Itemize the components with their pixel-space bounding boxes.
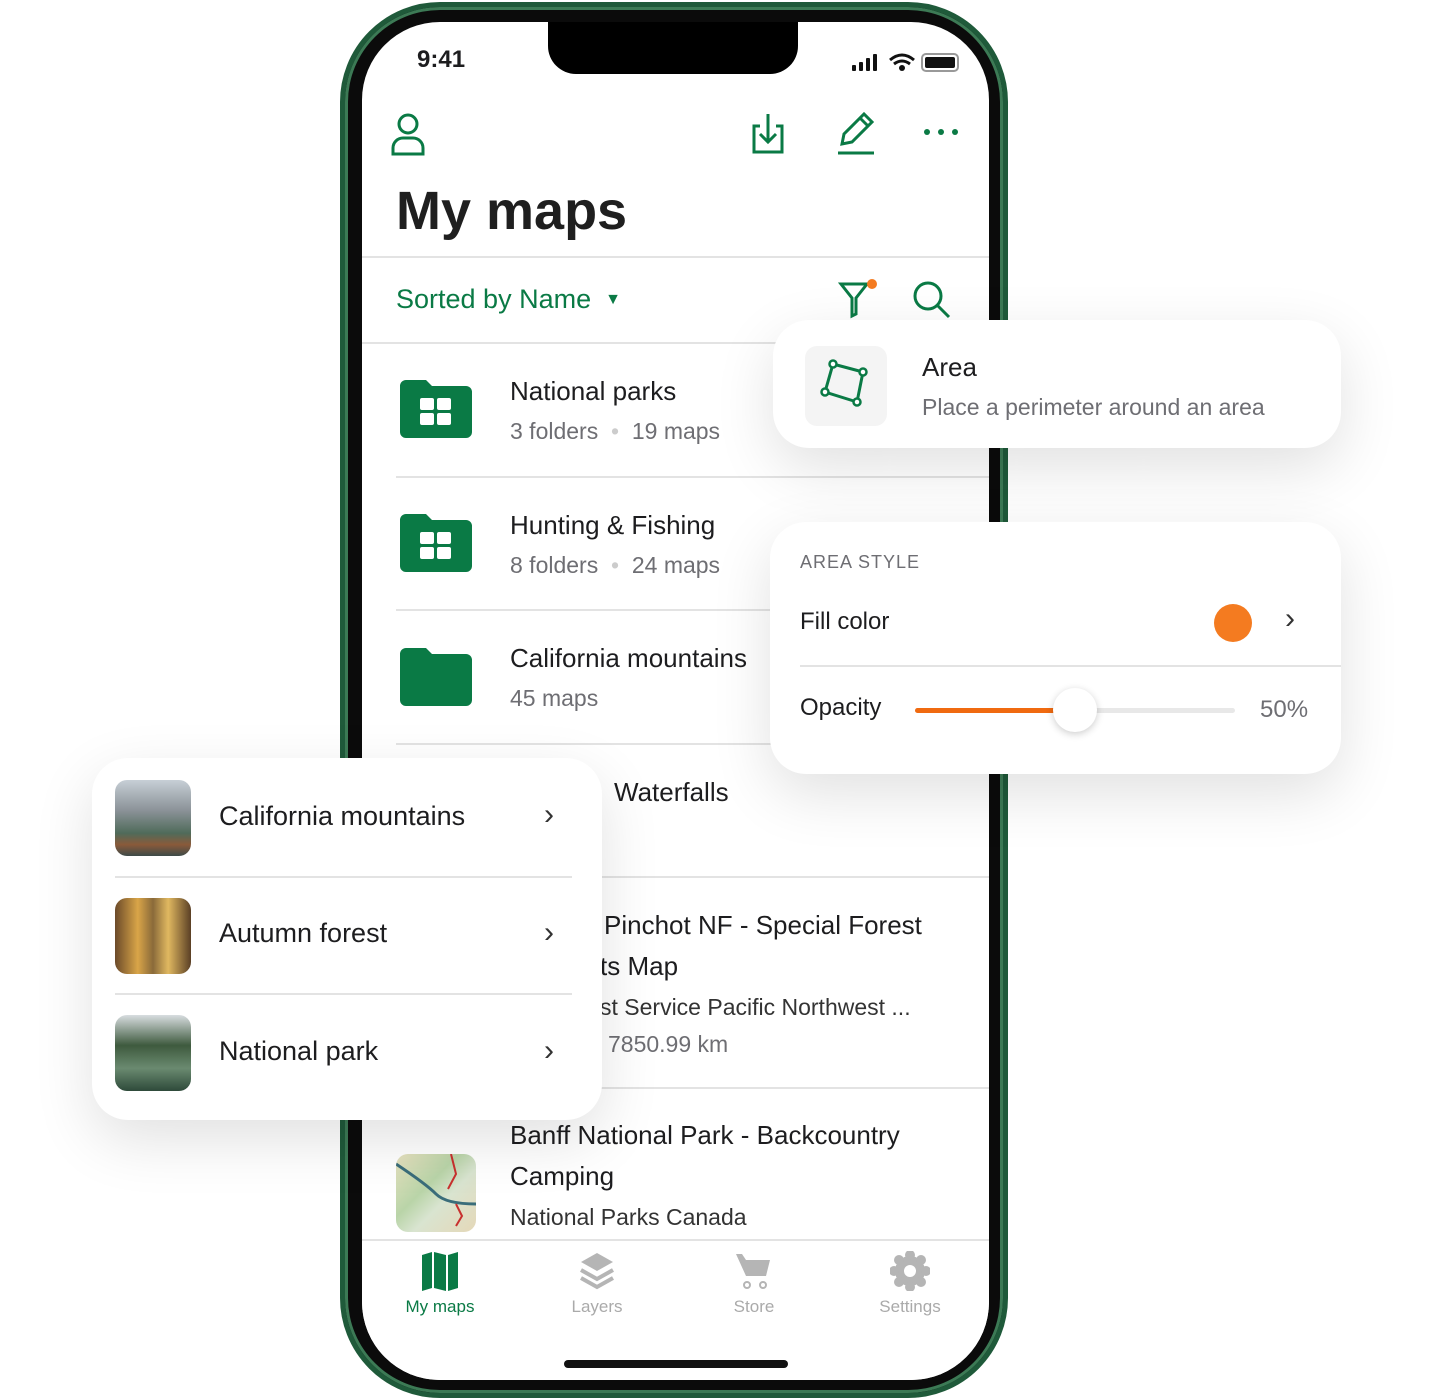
tab-label: Settings <box>879 1297 941 1316</box>
chevron-right-icon: › <box>544 798 554 831</box>
tab-label: Store <box>733 1297 775 1316</box>
place-row[interactable]: National park › <box>92 994 602 1112</box>
more-icon[interactable] <box>922 118 962 138</box>
status-time: 9:41 <box>417 46 466 73</box>
item-title: National parks <box>510 376 677 406</box>
layers-icon <box>580 1253 614 1290</box>
place-thumbnail <box>115 780 191 856</box>
fill-color-row[interactable]: Fill color › <box>770 592 1341 666</box>
map-thumbnail <box>396 1154 476 1232</box>
place-thumbnail <box>115 1015 191 1091</box>
caret-down-icon: ▼ <box>605 290 621 308</box>
home-indicator <box>564 1360 788 1368</box>
places-card: California mountains › Autumn forest › N… <box>92 758 602 1120</box>
item-title-line2: Camping <box>510 1161 615 1191</box>
download-icon[interactable] <box>750 112 786 156</box>
item-title[interactable]: Waterfalls <box>614 777 729 808</box>
opacity-slider-fill <box>915 708 1075 713</box>
place-label: National park <box>219 1036 379 1066</box>
opacity-slider-thumb[interactable] <box>1053 688 1097 732</box>
item-title-line2: ts Map <box>600 951 679 981</box>
place-row[interactable]: California mountains › <box>92 758 602 876</box>
status-icons <box>850 52 962 74</box>
tab-my-maps[interactable]: My maps <box>382 1251 498 1317</box>
map-count: 24 maps <box>631 552 721 578</box>
tab-settings[interactable]: Settings <box>852 1251 968 1317</box>
filter-icon[interactable] <box>838 278 878 320</box>
chevron-right-icon: › <box>544 916 554 949</box>
opacity-slider[interactable] <box>915 688 1235 732</box>
place-label: California mountains <box>219 801 466 831</box>
map-icon <box>422 1252 458 1291</box>
tab-label: My maps <box>405 1297 475 1316</box>
item-publisher: National Parks Canada <box>510 1204 747 1230</box>
fill-color-label: Fill color <box>800 608 890 635</box>
tab-label: Layers <box>571 1297 623 1316</box>
folder-count: 8 folders <box>510 552 599 578</box>
tab-store[interactable]: Store <box>696 1251 812 1317</box>
profile-icon[interactable] <box>390 112 426 156</box>
place-label: Autumn forest <box>219 918 388 948</box>
map-count: 19 maps <box>631 418 721 444</box>
opacity-label: Opacity <box>800 694 882 721</box>
area-subtitle: Place a perimeter around an area <box>922 394 1265 420</box>
sort-dropdown[interactable]: Sorted by Name ▼ <box>396 284 621 315</box>
item-distance: 7850.99 km <box>608 1031 729 1057</box>
section-header: AREA STYLE <box>800 552 921 572</box>
folder-grid-icon <box>400 380 472 438</box>
page-title: My maps <box>396 181 628 241</box>
item-title: Banff National Park - Backcountry <box>510 1120 900 1150</box>
chevron-right-icon: › <box>1285 602 1295 635</box>
sort-label: Sorted by Name <box>396 284 592 314</box>
map-count: 45 maps <box>510 685 599 711</box>
folder-icon <box>400 648 472 706</box>
edit-icon[interactable] <box>836 112 876 156</box>
area-tool-card[interactable]: Area Place a perimeter around an area <box>773 320 1341 448</box>
tab-bar: My maps Layers Store Settings <box>362 1239 989 1380</box>
area-polygon-icon <box>805 346 887 426</box>
notch <box>548 22 798 74</box>
item-title: Pinchot NF - Special Forest <box>604 910 922 940</box>
folder-count: 3 folders <box>510 418 599 444</box>
item-publisher: st Service Pacific Northwest ... <box>600 994 911 1020</box>
area-style-card: AREA STYLE Fill color › Opacity 50% <box>770 522 1341 774</box>
opacity-value: 50% <box>1260 696 1309 723</box>
place-thumbnail <box>115 898 191 974</box>
search-icon[interactable] <box>912 280 952 320</box>
item-title: California mountains <box>510 643 748 673</box>
chevron-right-icon: › <box>544 1034 554 1067</box>
gear-icon <box>890 1251 930 1291</box>
folder-grid-icon <box>400 514 472 572</box>
item-title: Hunting & Fishing <box>510 510 716 540</box>
cart-icon <box>736 1254 770 1289</box>
area-title: Area <box>922 352 977 382</box>
tab-layers[interactable]: Layers <box>539 1251 655 1317</box>
place-row[interactable]: Autumn forest › <box>92 876 602 994</box>
fill-color-swatch[interactable] <box>1214 604 1252 642</box>
